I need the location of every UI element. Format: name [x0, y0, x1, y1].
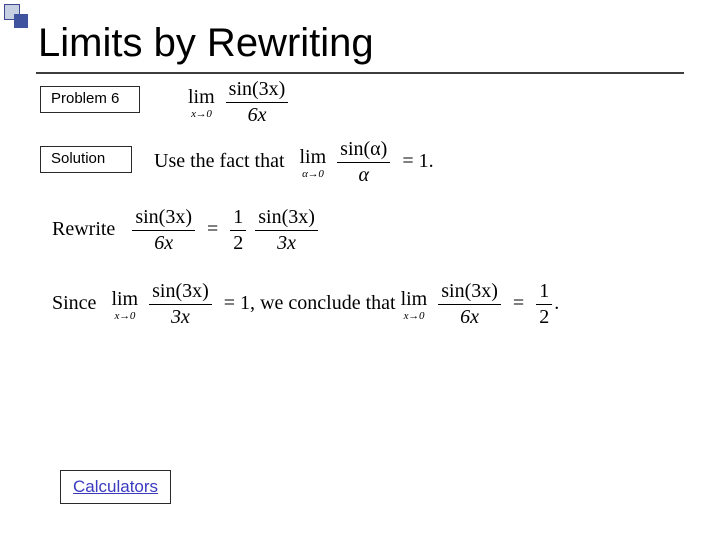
expr-rewrite: Rewrite sin(3x) 6x = 1 2 sin(3x) 3x [52, 206, 320, 255]
lim-word: lim [188, 86, 215, 109]
problem-label-box: Problem 6 [40, 86, 140, 113]
text-rewrite: Rewrite [52, 218, 115, 240]
accent-square-dark [14, 14, 28, 28]
lim-sub-alpha0: α→0 [300, 168, 327, 180]
slide-title: Limits by Rewriting [38, 22, 374, 64]
lim-sub-x0: x→0 [188, 108, 215, 120]
solution-label-box: Solution [40, 146, 132, 173]
den-alpha: α [337, 162, 390, 187]
text-conclude: we conclude that [260, 292, 401, 314]
text-since: Since [52, 292, 96, 314]
num-sin3x: sin(3x) [226, 78, 289, 102]
text-use-fact: Use the fact that [154, 150, 285, 172]
accent-decor [4, 4, 30, 30]
text-eq1: = 1. [402, 150, 433, 172]
expr-conclusion: Since lim x→0 sin(3x) 3x = 1, we conclud… [52, 280, 559, 329]
title-underline [36, 72, 684, 74]
calculators-link[interactable]: Calculators [60, 470, 171, 504]
expr-use-fact: Use the fact that lim α→0 sin(α) α = 1. [154, 138, 434, 187]
slide: Limits by Rewriting Problem 6 Solution l… [0, 0, 720, 540]
den-6x: 6x [226, 102, 289, 127]
expr-problem-limit: lim x→0 sin(3x) 6x [188, 78, 290, 127]
text-eq1-comma: = 1, [224, 292, 255, 314]
num-sin-alpha: sin(α) [337, 138, 390, 162]
